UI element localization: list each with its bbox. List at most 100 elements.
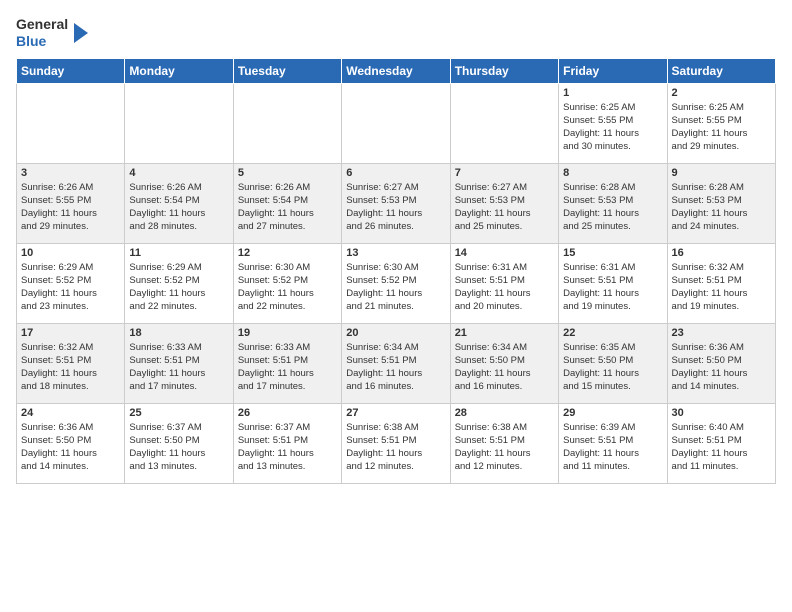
- day-number: 9: [672, 167, 771, 179]
- day-number: 3: [21, 167, 120, 179]
- calendar-cell: 27 Sunrise: 6:38 AM Sunset: 5:51 PM Dayli…: [342, 403, 450, 483]
- logo-text: General Blue: [16, 16, 68, 50]
- weekday-header-sunday: Sunday: [17, 58, 125, 83]
- weekday-header-tuesday: Tuesday: [233, 58, 341, 83]
- day-info: Sunrise: 6:34 AM Sunset: 5:50 PM Dayligh…: [455, 341, 554, 394]
- logo-arrow-icon: [74, 23, 88, 43]
- day-info: Sunrise: 6:38 AM Sunset: 5:51 PM Dayligh…: [346, 421, 445, 474]
- day-number: 13: [346, 247, 445, 259]
- calendar-week-1: 1 Sunrise: 6:25 AM Sunset: 5:55 PM Daylig…: [17, 83, 776, 163]
- weekday-header-saturday: Saturday: [667, 58, 775, 83]
- day-number: 29: [563, 407, 662, 419]
- calendar-cell: 4 Sunrise: 6:26 AM Sunset: 5:54 PM Daylig…: [125, 163, 233, 243]
- day-number: 28: [455, 407, 554, 419]
- calendar-cell: 30 Sunrise: 6:40 AM Sunset: 5:51 PM Dayli…: [667, 403, 775, 483]
- day-info: Sunrise: 6:36 AM Sunset: 5:50 PM Dayligh…: [672, 341, 771, 394]
- day-number: 14: [455, 247, 554, 259]
- calendar-cell: 3Sunrise: 6:26 AM Sunset: 5:55 PM Daylig…: [17, 163, 125, 243]
- day-info: Sunrise: 6:29 AM Sunset: 5:52 PM Dayligh…: [21, 261, 120, 314]
- calendar-table: SundayMondayTuesdayWednesdayThursdayFrid…: [16, 58, 776, 484]
- day-number: 21: [455, 327, 554, 339]
- day-info: Sunrise: 6:27 AM Sunset: 5:53 PM Dayligh…: [455, 181, 554, 234]
- calendar-cell: 21 Sunrise: 6:34 AM Sunset: 5:50 PM Dayli…: [450, 323, 558, 403]
- calendar-week-2: 3Sunrise: 6:26 AM Sunset: 5:55 PM Daylig…: [17, 163, 776, 243]
- weekday-header-thursday: Thursday: [450, 58, 558, 83]
- day-info: Sunrise: 6:37 AM Sunset: 5:50 PM Dayligh…: [129, 421, 228, 474]
- logo-blue: Blue: [16, 33, 46, 49]
- day-number: 1: [563, 87, 662, 99]
- day-number: 5: [238, 167, 337, 179]
- calendar-cell: 24 Sunrise: 6:36 AM Sunset: 5:50 PM Dayli…: [17, 403, 125, 483]
- calendar-cell: [125, 83, 233, 163]
- day-info: Sunrise: 6:29 AM Sunset: 5:52 PM Dayligh…: [129, 261, 228, 314]
- calendar-week-4: 17Sunrise: 6:32 AM Sunset: 5:51 PM Dayli…: [17, 323, 776, 403]
- day-info: Sunrise: 6:38 AM Sunset: 5:51 PM Dayligh…: [455, 421, 554, 474]
- day-number: 8: [563, 167, 662, 179]
- day-info: Sunrise: 6:33 AM Sunset: 5:51 PM Dayligh…: [238, 341, 337, 394]
- weekday-header-monday: Monday: [125, 58, 233, 83]
- calendar-cell: 23 Sunrise: 6:36 AM Sunset: 5:50 PM Dayli…: [667, 323, 775, 403]
- calendar-cell: 8 Sunrise: 6:28 AM Sunset: 5:53 PM Daylig…: [559, 163, 667, 243]
- day-number: 30: [672, 407, 771, 419]
- day-info: Sunrise: 6:33 AM Sunset: 5:51 PM Dayligh…: [129, 341, 228, 394]
- day-info: Sunrise: 6:25 AM Sunset: 5:55 PM Dayligh…: [672, 101, 771, 154]
- calendar-cell: 11 Sunrise: 6:29 AM Sunset: 5:52 PM Dayli…: [125, 243, 233, 323]
- calendar-cell: 7 Sunrise: 6:27 AM Sunset: 5:53 PM Daylig…: [450, 163, 558, 243]
- calendar-cell: 29Sunrise: 6:39 AM Sunset: 5:51 PM Dayli…: [559, 403, 667, 483]
- day-number: 4: [129, 167, 228, 179]
- day-info: Sunrise: 6:28 AM Sunset: 5:53 PM Dayligh…: [563, 181, 662, 234]
- day-info: Sunrise: 6:35 AM Sunset: 5:50 PM Dayligh…: [563, 341, 662, 394]
- day-number: 15: [563, 247, 662, 259]
- day-number: 11: [129, 247, 228, 259]
- day-info: Sunrise: 6:27 AM Sunset: 5:53 PM Dayligh…: [346, 181, 445, 234]
- day-info: Sunrise: 6:31 AM Sunset: 5:51 PM Dayligh…: [455, 261, 554, 314]
- calendar-cell: 14 Sunrise: 6:31 AM Sunset: 5:51 PM Dayli…: [450, 243, 558, 323]
- day-number: 16: [672, 247, 771, 259]
- calendar-week-5: 24 Sunrise: 6:36 AM Sunset: 5:50 PM Dayli…: [17, 403, 776, 483]
- calendar-cell: 6 Sunrise: 6:27 AM Sunset: 5:53 PM Daylig…: [342, 163, 450, 243]
- calendar-cell: 19 Sunrise: 6:33 AM Sunset: 5:51 PM Dayli…: [233, 323, 341, 403]
- day-info: Sunrise: 6:30 AM Sunset: 5:52 PM Dayligh…: [238, 261, 337, 314]
- calendar-cell: 15Sunrise: 6:31 AM Sunset: 5:51 PM Dayli…: [559, 243, 667, 323]
- day-info: Sunrise: 6:32 AM Sunset: 5:51 PM Dayligh…: [21, 341, 120, 394]
- day-number: 24: [21, 407, 120, 419]
- day-number: 27: [346, 407, 445, 419]
- calendar-cell: [450, 83, 558, 163]
- calendar-cell: [233, 83, 341, 163]
- calendar-cell: 18 Sunrise: 6:33 AM Sunset: 5:51 PM Dayli…: [125, 323, 233, 403]
- day-info: Sunrise: 6:36 AM Sunset: 5:50 PM Dayligh…: [21, 421, 120, 474]
- day-number: 23: [672, 327, 771, 339]
- calendar-cell: 13 Sunrise: 6:30 AM Sunset: 5:52 PM Dayli…: [342, 243, 450, 323]
- day-number: 2: [672, 87, 771, 99]
- day-info: Sunrise: 6:26 AM Sunset: 5:54 PM Dayligh…: [129, 181, 228, 234]
- day-info: Sunrise: 6:40 AM Sunset: 5:51 PM Dayligh…: [672, 421, 771, 474]
- calendar-cell: [342, 83, 450, 163]
- calendar-cell: 1 Sunrise: 6:25 AM Sunset: 5:55 PM Daylig…: [559, 83, 667, 163]
- day-number: 19: [238, 327, 337, 339]
- calendar-cell: 12Sunrise: 6:30 AM Sunset: 5:52 PM Dayli…: [233, 243, 341, 323]
- day-number: 22: [563, 327, 662, 339]
- calendar-cell: 17Sunrise: 6:32 AM Sunset: 5:51 PM Dayli…: [17, 323, 125, 403]
- calendar-cell: 22 Sunrise: 6:35 AM Sunset: 5:50 PM Dayli…: [559, 323, 667, 403]
- day-number: 26: [238, 407, 337, 419]
- calendar-cell: 20 Sunrise: 6:34 AM Sunset: 5:51 PM Dayli…: [342, 323, 450, 403]
- calendar-body: 1 Sunrise: 6:25 AM Sunset: 5:55 PM Daylig…: [17, 83, 776, 483]
- day-info: Sunrise: 6:26 AM Sunset: 5:54 PM Dayligh…: [238, 181, 337, 234]
- logo-general: General: [16, 16, 68, 32]
- calendar-cell: 2 Sunrise: 6:25 AM Sunset: 5:55 PM Daylig…: [667, 83, 775, 163]
- calendar-cell: 28 Sunrise: 6:38 AM Sunset: 5:51 PM Dayli…: [450, 403, 558, 483]
- day-info: Sunrise: 6:34 AM Sunset: 5:51 PM Dayligh…: [346, 341, 445, 394]
- day-info: Sunrise: 6:32 AM Sunset: 5:51 PM Dayligh…: [672, 261, 771, 314]
- calendar-week-3: 10Sunrise: 6:29 AM Sunset: 5:52 PM Dayli…: [17, 243, 776, 323]
- calendar-cell: [17, 83, 125, 163]
- day-info: Sunrise: 6:25 AM Sunset: 5:55 PM Dayligh…: [563, 101, 662, 154]
- calendar-cell: 16 Sunrise: 6:32 AM Sunset: 5:51 PM Dayli…: [667, 243, 775, 323]
- day-info: Sunrise: 6:30 AM Sunset: 5:52 PM Dayligh…: [346, 261, 445, 314]
- day-number: 20: [346, 327, 445, 339]
- calendar-cell: 9 Sunrise: 6:28 AM Sunset: 5:53 PM Daylig…: [667, 163, 775, 243]
- day-number: 25: [129, 407, 228, 419]
- day-info: Sunrise: 6:28 AM Sunset: 5:53 PM Dayligh…: [672, 181, 771, 234]
- day-number: 18: [129, 327, 228, 339]
- day-number: 7: [455, 167, 554, 179]
- day-number: 6: [346, 167, 445, 179]
